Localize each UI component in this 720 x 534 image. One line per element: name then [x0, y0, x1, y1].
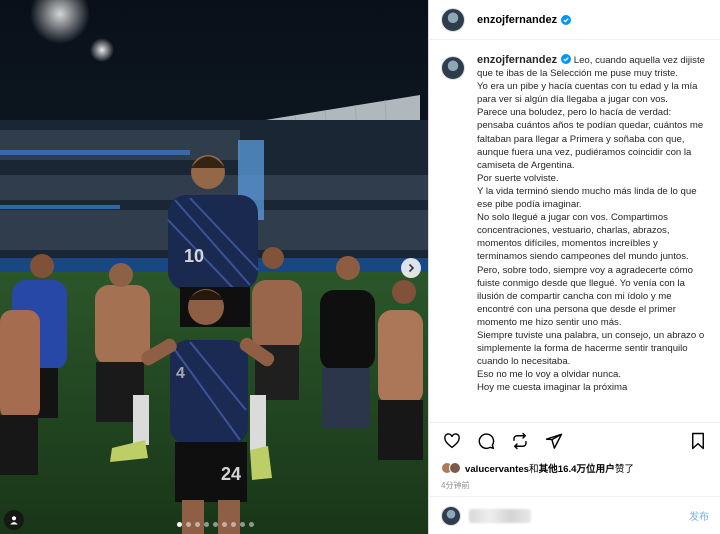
celebration-photo-illustration: 10 4 24 — [0, 0, 428, 534]
verified-badge-icon — [561, 14, 572, 25]
carousel-dot — [222, 522, 227, 527]
carousel-dot — [240, 522, 245, 527]
author-avatar[interactable] — [441, 7, 465, 32]
caption-line: Parece una boludez, pero lo hacía de ver… — [477, 107, 704, 171]
share-icon — [545, 433, 563, 449]
like-button[interactable] — [441, 430, 463, 452]
carousel-dot — [186, 522, 191, 527]
repost-button[interactable] — [509, 430, 531, 452]
chevron-right-icon — [408, 263, 415, 273]
caption-line: Siempre tuviste una palabra, un consejo,… — [477, 329, 705, 368]
caption-line: Hoy me cuesta imaginar la próxima — [477, 382, 628, 394]
save-button[interactable] — [687, 430, 709, 452]
share-button[interactable] — [543, 430, 565, 452]
caption-line: No solo llegué a jugar con vos. Comparti… — [477, 212, 689, 263]
comment-input-placeholder[interactable] — [469, 508, 531, 523]
caption-line: Yo era un pibe y hacía cuentas con tu ed… — [477, 81, 698, 106]
post-action-bar — [429, 422, 720, 458]
user-tag-icon — [10, 516, 18, 525]
comment-button[interactable] — [475, 430, 497, 452]
carousel-dot — [204, 522, 209, 527]
post-header: enzojfernandez — [429, 0, 720, 40]
verified-badge-icon — [561, 54, 572, 64]
post-comment-button[interactable]: 发布 — [689, 508, 709, 523]
liker-avatar — [449, 462, 461, 474]
caption-line: Eso no me lo voy a olvidar nunca. — [477, 369, 621, 381]
comment-composer: 发布 — [429, 496, 720, 534]
carousel-dot-active — [177, 522, 182, 527]
carousel-dot — [231, 522, 236, 527]
carousel-dot — [213, 522, 218, 527]
likes-others[interactable]: 其他16.4万位用户 — [539, 464, 615, 475]
author-username[interactable]: enzojfernandez — [477, 14, 557, 26]
likes-and: 和 — [529, 464, 539, 475]
caption-author-avatar[interactable] — [441, 56, 465, 80]
heart-icon — [444, 432, 460, 448]
caption-line: Y la vida terminó siendo mucho más linda… — [477, 185, 697, 211]
likes-text: valucervantes和其他16.4万位用户赞了 — [465, 461, 634, 475]
post-timestamp[interactable]: 4分钟前 — [441, 480, 469, 491]
post-caption: enzojfernandez Leo, cuando aquella vez d… — [477, 54, 709, 422]
caption-scroll-area[interactable]: enzojfernandez Leo, cuando aquella vez d… — [429, 48, 720, 422]
carousel-indicator — [177, 522, 254, 527]
carousel-next-button[interactable] — [401, 258, 421, 278]
caption-line: Pero, sobre todo, siempre voy a agradece… — [477, 264, 693, 328]
caption-username[interactable]: enzojfernandez — [477, 54, 557, 66]
carousel-dot — [249, 522, 254, 527]
instagram-post-view: 10 4 24 enzojfernandez enzojfernandez Le… — [0, 0, 720, 534]
caption-line: Por suerte volviste. — [477, 172, 559, 184]
caption-line: enzojfernandez Leo, cuando aquella vez d… — [477, 54, 709, 80]
comment-icon — [478, 432, 495, 449]
likes-suffix: 赞了 — [614, 464, 635, 475]
save-icon — [692, 432, 704, 449]
post-photo[interactable]: 10 4 24 — [0, 0, 428, 534]
liker-username[interactable]: valucervantes — [465, 464, 529, 475]
post-side-panel: enzojfernandez enzojfernandez Leo, cuand… — [428, 0, 720, 534]
likes-summary[interactable]: valucervantes和其他16.4万位用户赞了 — [441, 461, 634, 475]
viewer-avatar — [441, 505, 461, 526]
repost-icon — [513, 432, 527, 449]
carousel-dot — [195, 522, 200, 527]
tagged-users-button[interactable] — [4, 510, 24, 530]
